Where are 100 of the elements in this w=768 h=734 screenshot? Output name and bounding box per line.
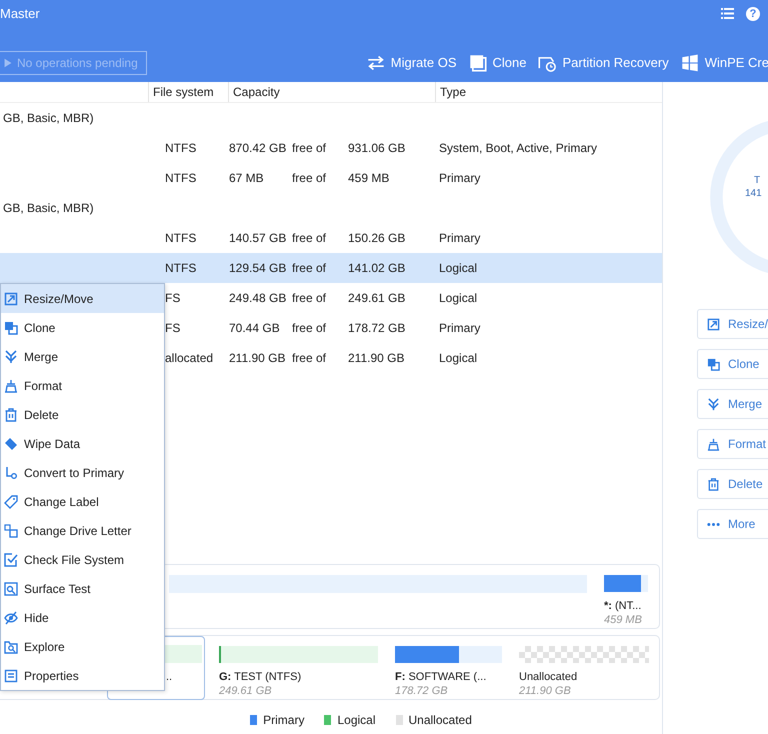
toolbar-button[interactable]: Migrate OS	[366, 51, 457, 75]
column-header[interactable]: Type	[435, 82, 662, 102]
eye-slash-icon	[4, 610, 18, 624]
table-cell: 459 MB	[348, 171, 390, 185]
table-cell-text: free of	[290, 230, 326, 247]
table-cell-text: 129.54 GB	[228, 260, 288, 277]
drive-clock-icon	[538, 54, 556, 72]
table-cell-text: 211.90 GB	[228, 350, 286, 367]
partition-block[interactable]: G: TEST (NTFS) 249.61 GB	[216, 645, 381, 699]
table-cell-text: 67 MB	[228, 170, 265, 187]
action-button[interactable]: Resize/	[697, 309, 768, 339]
menu-item[interactable]: Clone	[1, 313, 164, 342]
column-header[interactable]: Capacity	[228, 82, 435, 102]
magnifier-icon	[4, 582, 18, 596]
resize-icon	[4, 292, 18, 306]
table-cell: 211.90 GB	[348, 351, 404, 365]
menu-item[interactable]: Convert to Primary	[1, 458, 164, 487]
menu-item[interactable]: Change Label	[1, 487, 164, 516]
partition-size: 211.90 GB	[519, 684, 572, 698]
partition-row[interactable]: NTFS 140.57 GB free of 150.26 GB Primary	[0, 223, 662, 253]
action-button[interactable]: More	[697, 509, 768, 539]
list-icon[interactable]	[721, 8, 734, 19]
table-cell-text: free of	[290, 290, 326, 307]
table-cell: Logical	[439, 261, 478, 275]
partition-row[interactable]: NTFS 67 MB free of 459 MB Primary	[0, 163, 662, 193]
overlapping-squares-icon	[707, 358, 720, 370]
document-icon	[4, 668, 18, 682]
partition-label: F: SOFTWARE (...	[395, 670, 488, 684]
table-cell: Primary	[439, 321, 480, 335]
window-title: Master	[0, 5, 40, 22]
trash-icon	[4, 408, 18, 422]
column-header[interactable]: File system	[148, 82, 228, 102]
disk-label: GB, Basic, MBR)	[2, 111, 94, 125]
legend-label: Logical	[337, 712, 376, 729]
legend-label: Primary	[263, 712, 304, 729]
table-cell: 141.02 GB	[348, 261, 406, 275]
table-cell: System, Boot, Active, Primary	[439, 141, 598, 155]
checkbox-icon	[4, 552, 18, 566]
toolbar-button[interactable]: Partition Recovery	[538, 51, 669, 75]
partition-size: 459 MB	[604, 613, 643, 627]
action-button[interactable]: Merge	[697, 389, 768, 419]
menu-item[interactable]: Hide	[1, 603, 164, 632]
menu-item[interactable]: Wipe Data	[1, 429, 164, 458]
table-cell: 931.06 GB	[348, 141, 406, 155]
table-cell-text: free of	[290, 170, 326, 187]
action-button[interactable]: Delete	[697, 469, 768, 499]
tag-icon	[4, 494, 18, 508]
table-cell-text: 70.44 GB	[228, 320, 281, 337]
table-cell: NTFS	[165, 141, 196, 155]
partition-block[interactable]: Unallocated 211.90 GB	[516, 645, 652, 699]
menu-item[interactable]: Delete	[1, 400, 164, 429]
table-cell: FS	[165, 291, 180, 305]
menu-item[interactable]: Merge	[1, 342, 164, 371]
menu-item[interactable]: Properties	[1, 661, 164, 690]
partition-label: ..	[165, 670, 174, 684]
menu-item[interactable]: Check File System	[1, 545, 164, 574]
broom-icon	[707, 438, 720, 450]
table-cell: Primary	[439, 231, 480, 245]
partition-block[interactable]: F: SOFTWARE (... 178.72 GB	[392, 645, 505, 699]
partition-size: 178.72 GB	[395, 684, 449, 698]
partition-size: 249.61 GB	[219, 684, 273, 698]
disk-label: GB, Basic, MBR)	[2, 201, 94, 215]
windows-icon	[680, 54, 699, 72]
arrows-icon	[366, 54, 385, 72]
broom-icon	[4, 378, 18, 392]
partition-row[interactable]: NTFS 129.54 GB free of 141.02 GB Logical	[0, 253, 662, 283]
play-icon	[2, 57, 14, 69]
menu-item[interactable]: Surface Test	[1, 574, 164, 603]
table-cell: 178.72 GB	[348, 321, 406, 335]
menu-item[interactable]: Explore	[1, 632, 164, 661]
table-cell-text: free of	[290, 260, 326, 277]
menu-item[interactable]: Format	[1, 371, 164, 400]
chart-label: T	[754, 174, 760, 187]
table-cell-text: 249.48 GB	[228, 290, 288, 307]
menu-item[interactable]: Change Drive Letter	[1, 516, 164, 545]
drive-letter-icon	[4, 524, 18, 538]
table-cell-text: free of	[290, 140, 326, 157]
table-cell: 150.26 GB	[348, 231, 406, 245]
table-cell-text: 870.42 GB	[228, 140, 288, 157]
squares-icon	[468, 54, 487, 72]
menu-item[interactable]: Resize/Move	[1, 284, 164, 313]
partition-label: G: TEST (NTFS)	[219, 670, 302, 684]
table-cell: Logical	[439, 351, 478, 365]
action-button[interactable]: Format	[697, 429, 768, 459]
legend-label: Unallocated	[408, 712, 472, 729]
partition-block[interactable]: *: (NT... 459 MB	[601, 574, 651, 628]
table-cell-text: free of	[290, 320, 326, 337]
chart-label: 141	[745, 187, 762, 200]
toolbar-button[interactable]: Clone	[468, 51, 526, 75]
action-button[interactable]: Clone	[697, 349, 768, 379]
table-cell: 249.61 GB	[348, 291, 406, 305]
overlapping-squares-icon	[4, 320, 18, 334]
table-cell-text: free of	[290, 350, 326, 367]
partition-row[interactable]: NTFS 870.42 GB free of 931.06 GB System, Boot, Active, Primary	[0, 133, 662, 163]
table-cell: NTFS	[165, 171, 196, 185]
table-cell: Logical	[439, 291, 478, 305]
trash-icon	[707, 478, 720, 490]
help-icon[interactable]: ?	[746, 6, 760, 20]
table-cell: NTFS	[165, 231, 196, 245]
merge-icon	[4, 350, 18, 364]
